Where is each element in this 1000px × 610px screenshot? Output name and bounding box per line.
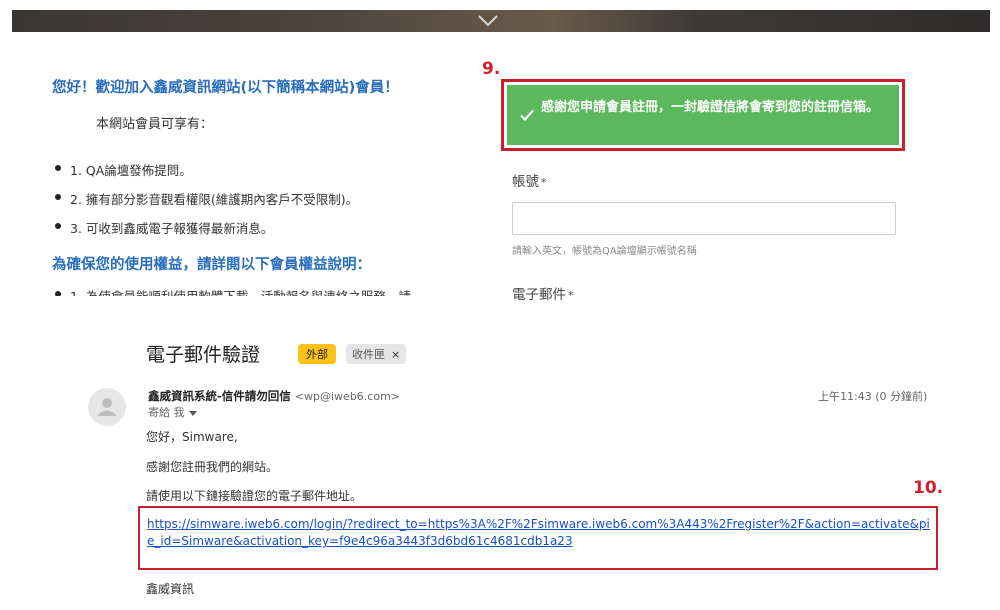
success-alert-highlight: 感謝您申請會員註冊，一封驗證信將會寄到您的註冊信箱。 bbox=[501, 79, 905, 151]
member-intro: 本網站會員可享有： bbox=[96, 117, 214, 132]
step-marker-10: 10. bbox=[913, 478, 944, 498]
member-info-column: 您好！歡迎加入鑫威資訊網站(以下簡稱本網站)會員！ 本網站會員可享有： 1. Q… bbox=[52, 76, 472, 296]
sender-avatar bbox=[88, 388, 126, 426]
verification-link-highlight: https://simware.iweb6.com/login/?redirec… bbox=[138, 506, 938, 570]
email-instruction: 請使用以下鏈接驗證您的電子郵件地址。 bbox=[146, 489, 363, 503]
verification-link[interactable]: https://simware.iweb6.com/login/?redirec… bbox=[147, 516, 937, 550]
required-mark: * bbox=[568, 289, 574, 302]
account-hint: 請輸入英文，帳號為QA論壇顯示帳號名稱 bbox=[512, 246, 697, 257]
caret-down-icon[interactable] bbox=[188, 410, 197, 416]
account-label: 帳號 * bbox=[512, 174, 547, 190]
email-thanks: 感謝您註冊我們的網站。 bbox=[146, 460, 279, 474]
benefit-item: 1. QA論壇發佈提問。 bbox=[52, 160, 472, 189]
required-mark: * bbox=[541, 176, 547, 189]
chevron-down-icon[interactable] bbox=[477, 14, 499, 28]
person-icon bbox=[97, 398, 117, 416]
email-time: 上午11:43 (0 分鐘前) bbox=[818, 390, 928, 403]
check-icon bbox=[520, 109, 534, 122]
benefit-item: 2. 擁有部分影音觀看權限(維護期內客戶不受限制)。 bbox=[52, 189, 472, 218]
email-signature: 鑫威資訊 bbox=[146, 582, 195, 596]
step-marker-9: 9. bbox=[482, 59, 501, 79]
sender-email: <wp@iweb6.com> bbox=[294, 390, 401, 403]
email-view-panel: 電子郵件驗證 外部 收件匣 × 鑫威資訊系統-信件請勿回信 <wp@iweb6.c… bbox=[76, 330, 956, 610]
external-tag: 外部 bbox=[298, 344, 336, 364]
email-greeting: 您好，Simware, bbox=[146, 430, 238, 444]
email-label: 電子郵件 * bbox=[512, 287, 574, 303]
email-subject: 電子郵件驗證 bbox=[146, 344, 261, 366]
rights-first-item: 1. 為使會員能順利使用軟體下載、活動報名與連絡之服務，請 bbox=[52, 286, 472, 296]
benefit-item: 3. 可收到鑫威電子報獲得最新消息。 bbox=[52, 218, 472, 247]
recipient-toggle[interactable]: 寄給 我 bbox=[148, 404, 197, 420]
benefits-list: 1. QA論壇發佈提問。 2. 擁有部分影音觀看權限(維護期內客戶不受限制)。 … bbox=[52, 160, 472, 247]
close-icon[interactable]: × bbox=[391, 348, 400, 361]
success-message: 感謝您申請會員註冊，一封驗證信將會寄到您的註冊信箱。 bbox=[541, 100, 880, 115]
sender-name: 鑫威資訊系統-信件請勿回信 <wp@iweb6.com> bbox=[148, 389, 401, 403]
signup-form: 帳號 * 請輸入英文，帳號為QA論壇顯示帳號名稱 電子郵件 * bbox=[512, 170, 896, 304]
signup-page-panel: 您好！歡迎加入鑫威資訊網站(以下簡稱本網站)會員！ 本網站會員可享有： 1. Q… bbox=[12, 32, 990, 304]
welcome-heading: 您好！歡迎加入鑫威資訊網站(以下簡稱本網站)會員！ bbox=[52, 80, 399, 96]
rights-heading: 為確保您的使用權益，請詳閱以下會員權益說明： bbox=[52, 257, 371, 273]
inbox-label-chip[interactable]: 收件匣 × bbox=[346, 344, 407, 364]
site-header-banner bbox=[12, 10, 990, 32]
success-alert: 感謝您申請會員註冊，一封驗證信將會寄到您的註冊信箱。 bbox=[507, 85, 899, 145]
account-input[interactable] bbox=[512, 202, 896, 235]
